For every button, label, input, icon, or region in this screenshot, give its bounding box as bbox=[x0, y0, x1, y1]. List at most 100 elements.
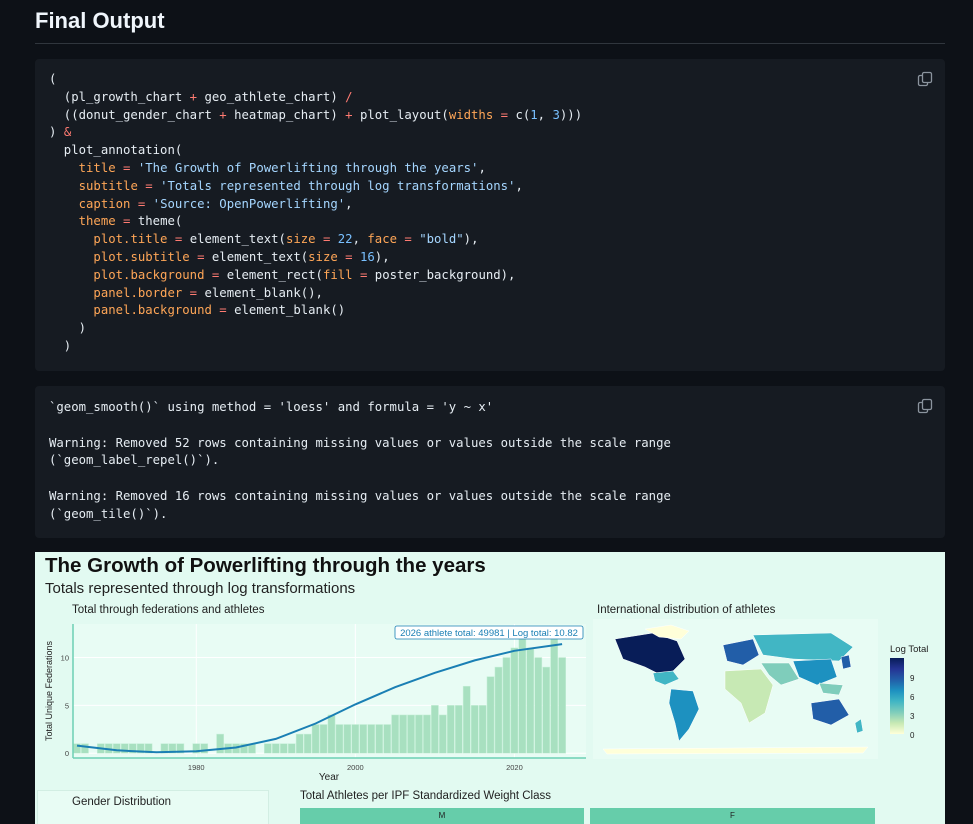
bar bbox=[462, 685, 471, 754]
bar bbox=[81, 743, 89, 754]
output-line: Warning: Removed 52 rows containing miss… bbox=[49, 435, 671, 450]
code-line: panel.background = element_blank() bbox=[93, 303, 346, 318]
code-line: ) & bbox=[49, 125, 72, 140]
x-axis-title: Year bbox=[319, 772, 340, 783]
bar bbox=[526, 647, 535, 754]
code-line: ((donut_gender_chart + heatmap_chart) + … bbox=[49, 107, 583, 122]
bar bbox=[359, 724, 368, 754]
code-line: subtitle = 'Totals represented through l… bbox=[78, 178, 523, 193]
bar bbox=[375, 724, 384, 754]
output-line: Warning: Removed 16 rows containing miss… bbox=[49, 488, 671, 503]
output-cell: `geom_smooth()` using method = 'loess' a… bbox=[35, 386, 945, 538]
legend-tick: 0 bbox=[910, 731, 915, 738]
bar bbox=[534, 657, 543, 754]
bar bbox=[391, 714, 399, 754]
legend-tick: 9 bbox=[910, 674, 915, 683]
poster-figure: The Growth of Powerlifting through the y… bbox=[35, 552, 945, 824]
output-line: `geom_smooth()` using method = 'loess' a… bbox=[49, 400, 494, 414]
gender-panel-title: Gender Distribution bbox=[72, 796, 172, 808]
y-tick-label: 10 bbox=[61, 654, 69, 663]
copy-icon[interactable] bbox=[917, 71, 933, 87]
poster-subtitle: Totals represented through log transform… bbox=[45, 580, 356, 597]
code-line: (pl_growth_chart + geo_athlete_chart) / bbox=[49, 89, 353, 104]
heading-divider bbox=[35, 43, 945, 44]
bar bbox=[486, 676, 495, 754]
code-text: ( (pl_growth_chart + geo_athlete_chart) … bbox=[49, 71, 582, 356]
bar bbox=[431, 705, 439, 754]
code-line: plot.background = element_rect(fill = po… bbox=[93, 267, 516, 282]
bar bbox=[478, 705, 487, 754]
y-tick-label: 5 bbox=[65, 701, 69, 710]
legend-colorbar bbox=[890, 658, 904, 734]
bar bbox=[518, 638, 527, 754]
legend-tick: 6 bbox=[910, 693, 915, 702]
color-legend: 9 6 3 0 bbox=[890, 658, 915, 738]
code-line: panel.border = element_blank(), bbox=[93, 285, 323, 300]
poster-title: The Growth of Powerlifting through the y… bbox=[45, 554, 486, 577]
bar bbox=[295, 733, 304, 754]
bar bbox=[383, 724, 391, 754]
copy-icon[interactable] bbox=[917, 398, 933, 414]
legend-title: Log Total bbox=[890, 644, 929, 655]
world-map bbox=[593, 619, 878, 759]
code-line: plot.title = element_text(size = 22, fac… bbox=[93, 232, 479, 247]
bar bbox=[112, 743, 121, 754]
bar bbox=[542, 666, 551, 754]
x-tick-label: 2000 bbox=[347, 763, 364, 772]
map-panel-title: International distribution of athletes bbox=[597, 604, 776, 616]
code-cell: ( (pl_growth_chart + geo_athlete_chart) … bbox=[35, 59, 945, 371]
bar bbox=[494, 666, 503, 754]
bar bbox=[399, 714, 407, 754]
bar bbox=[287, 743, 296, 754]
y-tick-label: 0 bbox=[65, 749, 69, 758]
bar bbox=[367, 724, 376, 754]
growth-panel-title: Total through federations and athletes bbox=[72, 604, 265, 616]
code-line: theme = theme( bbox=[78, 214, 183, 229]
bar bbox=[423, 714, 431, 754]
bar bbox=[470, 705, 479, 754]
bar bbox=[264, 743, 272, 754]
bar bbox=[510, 647, 519, 754]
bar bbox=[279, 743, 288, 754]
code-line: ) bbox=[49, 338, 72, 353]
x-tick-label: 1980 bbox=[188, 763, 205, 772]
output-text: `geom_smooth()` using method = 'loess' a… bbox=[49, 399, 671, 524]
annotation-label: 2026 athlete total: 49981 | Log total: 1… bbox=[400, 628, 578, 639]
bar bbox=[311, 724, 320, 754]
code-line: ( bbox=[49, 72, 57, 86]
bar bbox=[343, 724, 352, 754]
bar bbox=[271, 743, 280, 754]
bar bbox=[335, 724, 344, 754]
bar bbox=[319, 724, 328, 754]
code-line: plot.subtitle = element_text(size = 16), bbox=[93, 249, 390, 264]
facet-strip-f: F bbox=[590, 808, 875, 824]
bar bbox=[327, 714, 336, 754]
bar bbox=[550, 638, 559, 754]
bar bbox=[216, 733, 224, 754]
code-line: plot_annotation( bbox=[49, 143, 183, 158]
bar bbox=[351, 724, 360, 754]
output-line: (`geom_tile()`). bbox=[49, 506, 168, 521]
heatmap-panel-title: Total Athletes per IPF Standardized Weig… bbox=[300, 790, 552, 802]
bar bbox=[446, 705, 455, 754]
section-heading: Final Output bbox=[35, 8, 165, 33]
japan-region bbox=[840, 654, 852, 670]
y-axis-title: Total Unique Federations bbox=[44, 640, 54, 741]
code-line: caption = 'Source: OpenPowerlifting', bbox=[78, 196, 353, 211]
bar bbox=[454, 705, 463, 754]
bar bbox=[415, 714, 423, 754]
output-line: (`geom_label_repel()`). bbox=[49, 453, 220, 468]
facet-strip-m: M bbox=[300, 808, 584, 824]
x-tick-label: 2020 bbox=[506, 763, 523, 772]
code-line: ) bbox=[49, 321, 87, 336]
bar bbox=[303, 733, 312, 754]
legend-tick: 3 bbox=[910, 712, 915, 721]
bar bbox=[558, 657, 566, 754]
bar bbox=[407, 714, 415, 754]
growth-chart: 1980 2000 2020 0 5 10 2026 athlete total: 499… bbox=[44, 624, 586, 783]
bar bbox=[439, 714, 447, 754]
bar bbox=[502, 657, 511, 754]
code-line: title = 'The Growth of Powerlifting thro… bbox=[78, 160, 486, 175]
